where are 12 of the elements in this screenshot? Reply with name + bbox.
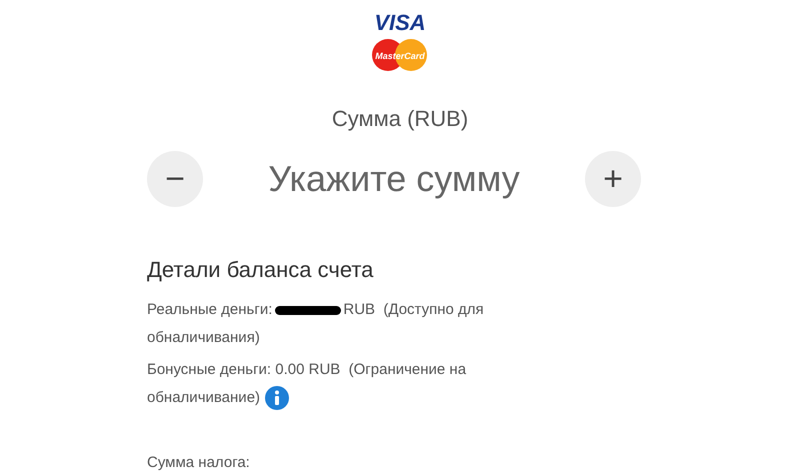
amount-title: Сумма (RUB) <box>332 105 468 133</box>
real-money-label: Реальные деньги: <box>147 300 272 320</box>
info-icon[interactable] <box>265 386 290 410</box>
decrease-button[interactable]: − <box>147 151 203 207</box>
bonus-money-text: обналичивание) <box>147 388 260 408</box>
amount-field[interactable]: Укажите сумму <box>234 152 554 206</box>
real-money-note: обналичивания) <box>147 329 260 346</box>
balance-heading: Детали баланса счета <box>147 256 374 284</box>
real-money-note: RUB (Доступно для <box>343 300 484 320</box>
increase-button[interactable]: + <box>585 151 641 207</box>
tax-label: Сумма налога: <box>147 453 250 471</box>
bonus-money-text: Бонусные деньги: 0.00 RUB (Ограничение на <box>147 361 466 378</box>
